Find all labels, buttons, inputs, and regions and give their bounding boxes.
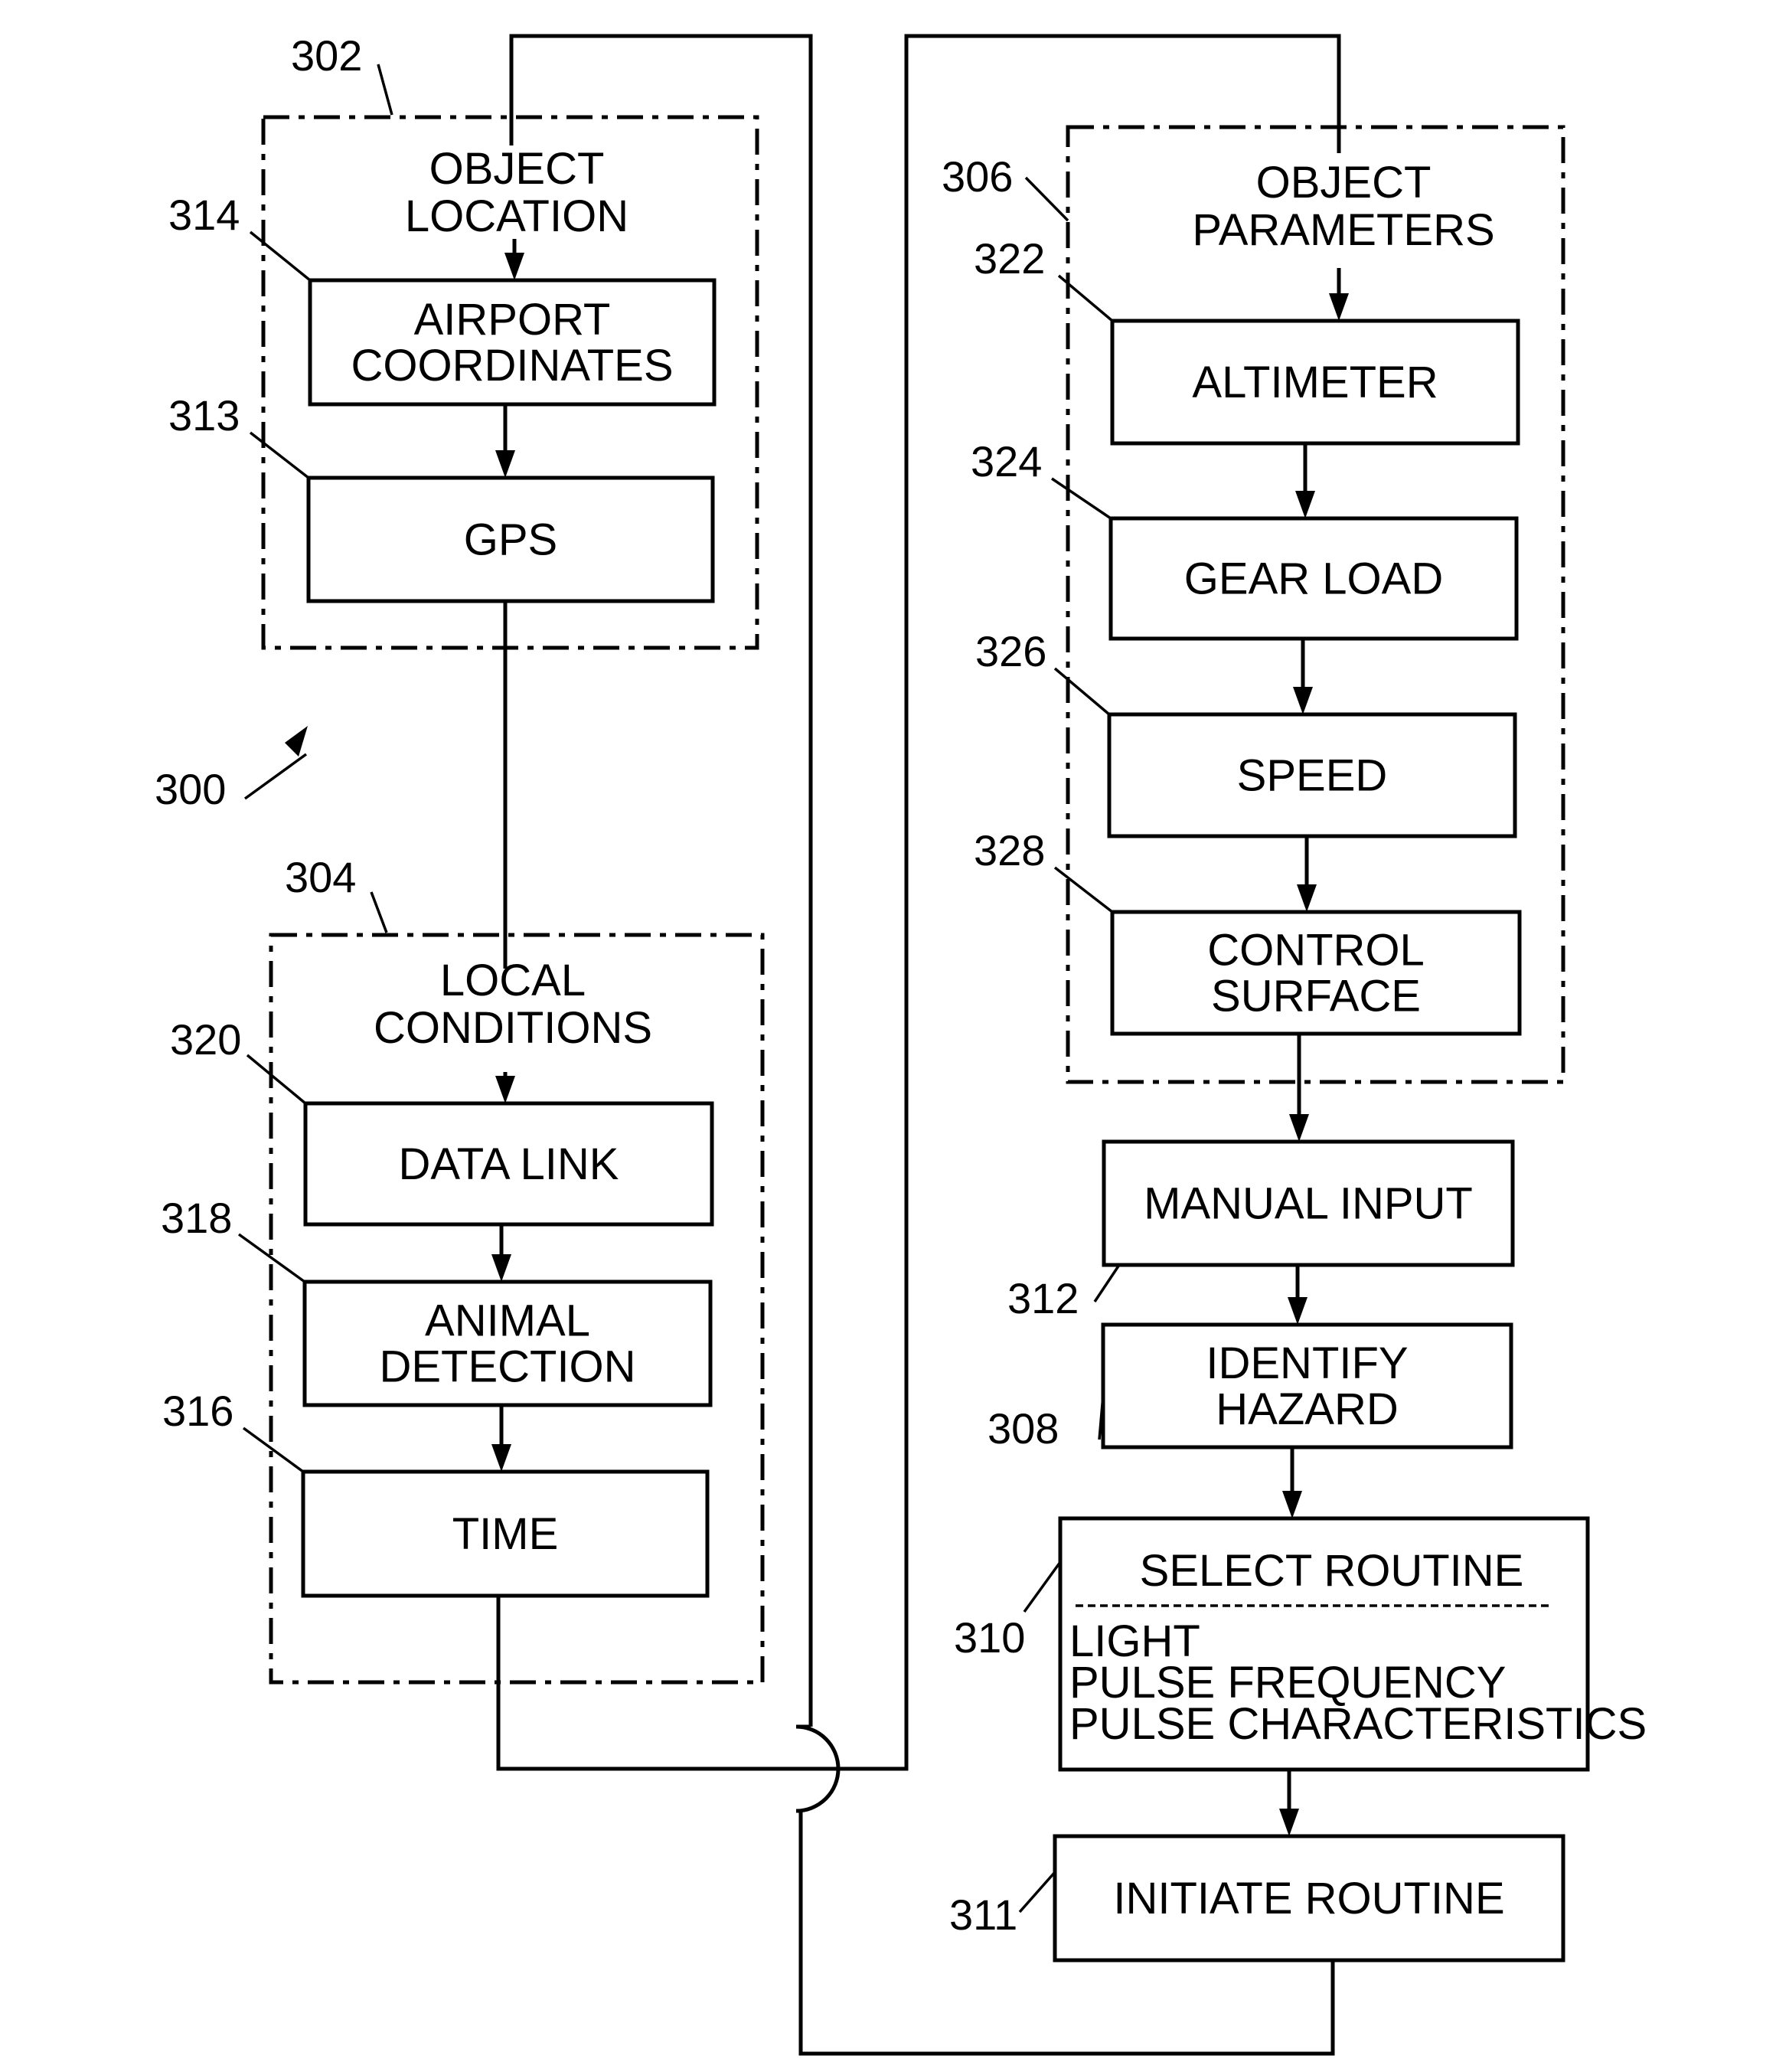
block-label: COORDINATES	[351, 341, 673, 391]
ref-numeral-314: 314	[168, 191, 240, 239]
leader-306	[1024, 176, 1069, 222]
arrowhead-300	[285, 726, 308, 757]
flowchart-diagram: AIRPORTCOORDINATES GPS DATA LINK ANIMALDETE…	[155, 31, 1647, 2056]
ref-numeral-304: 304	[285, 853, 356, 901]
block-324: GEAR LOAD	[1108, 516, 1519, 641]
arrowhead-icon	[1282, 1491, 1302, 1518]
block-328: CONTROLSURFACE	[1110, 910, 1522, 1036]
block-label: AIRPORT	[414, 295, 611, 345]
ref-numeral-324: 324	[971, 437, 1042, 485]
ref-numeral-311: 311	[949, 1891, 1017, 1939]
block-label: ANIMAL	[425, 1296, 590, 1346]
block-label: DATA LINK	[399, 1139, 619, 1189]
ref-numeral-302: 302	[291, 31, 362, 80]
block-subline: PULSE CHARACTERISTICS	[1069, 1699, 1647, 1749]
block-318: ANIMALDETECTION	[302, 1279, 713, 1407]
block-316: TIME	[301, 1469, 710, 1598]
leader-313	[249, 431, 310, 479]
ref-numeral-326: 326	[975, 627, 1046, 675]
leader-314	[249, 230, 312, 282]
arrowhead-icon	[1293, 687, 1313, 714]
arrowhead-icon	[491, 1444, 511, 1472]
block-label: TIME	[452, 1509, 559, 1559]
ref-numeral-316: 316	[162, 1387, 233, 1435]
block-312: MANUAL INPUT	[1102, 1139, 1515, 1267]
leader-312	[1093, 1264, 1121, 1302]
ref-numeral-320: 320	[170, 1015, 241, 1064]
arrowhead-icon	[495, 1076, 515, 1103]
group-title-304: CONDITIONS	[374, 1003, 652, 1053]
block-label: SPEED	[1237, 751, 1388, 801]
leader-316	[242, 1427, 305, 1473]
block-320: DATA LINK	[303, 1101, 714, 1227]
ref-numeral-308: 308	[988, 1404, 1059, 1453]
leader-320	[246, 1054, 307, 1105]
ref-numeral-318: 318	[161, 1194, 232, 1242]
arrowhead-icon	[504, 253, 524, 280]
block-label: DETECTION	[379, 1342, 635, 1392]
block-308: IDENTIFYHAZARD	[1101, 1322, 1513, 1449]
arrowhead-icon	[1279, 1809, 1299, 1836]
block-label: IDENTIFY	[1206, 1338, 1408, 1388]
arrowhead-icon	[495, 450, 515, 478]
leader-304	[370, 891, 388, 933]
block-314: AIRPORTCOORDINATES	[308, 278, 717, 407]
leader-326	[1053, 667, 1111, 716]
group-title-306: OBJECT	[1256, 158, 1432, 208]
arrowhead-icon	[1297, 884, 1317, 912]
ref-numeral-313: 313	[168, 391, 240, 440]
arrowhead-icon	[1295, 491, 1315, 518]
block-label: INITIATE ROUTINE	[1113, 1874, 1504, 1923]
block-310: SELECT ROUTINELIGHTPULSE FREQUENCYPULSE …	[1058, 1516, 1647, 1772]
arrowhead-icon	[491, 1254, 511, 1282]
leader-328	[1053, 866, 1114, 913]
ref-numeral-310: 310	[954, 1613, 1025, 1662]
block-label: GPS	[464, 515, 558, 565]
ref-numeral-312: 312	[1007, 1274, 1079, 1322]
group-title-306: PARAMETERS	[1192, 205, 1494, 255]
block-label: CONTROL	[1207, 926, 1425, 976]
block-326: SPEED	[1107, 712, 1517, 838]
leader-324	[1051, 477, 1112, 520]
leader-300-arrow	[243, 753, 308, 800]
arrowhead-icon	[1289, 1114, 1309, 1142]
leader-302	[377, 64, 393, 116]
group-title-302: LOCATION	[405, 191, 628, 241]
block-title: SELECT ROUTINE	[1140, 1546, 1524, 1596]
ref-numeral-328: 328	[974, 826, 1045, 874]
ref-numeral-322: 322	[974, 234, 1045, 283]
leader-310	[1023, 1561, 1062, 1613]
arrowhead-icon	[1288, 1297, 1308, 1325]
block-label: MANUAL INPUT	[1144, 1179, 1473, 1229]
ref-numeral-300: 300	[155, 765, 226, 813]
block-313: GPS	[306, 476, 715, 603]
block-label: GEAR LOAD	[1184, 554, 1443, 604]
block-322: ALTIMETER	[1110, 319, 1520, 446]
ref-numeral-306: 306	[942, 152, 1013, 201]
leader-311	[1018, 1871, 1056, 1913]
group-title-304: LOCAL	[440, 956, 586, 1005]
block-311: INITIATE ROUTINE	[1053, 1834, 1565, 1963]
group-title-302: OBJECT	[429, 144, 605, 194]
block-label: ALTIMETER	[1192, 358, 1438, 407]
block-label: HAZARD	[1216, 1384, 1398, 1434]
block-label: SURFACE	[1211, 972, 1421, 1021]
arrowhead-icon	[1329, 293, 1349, 321]
